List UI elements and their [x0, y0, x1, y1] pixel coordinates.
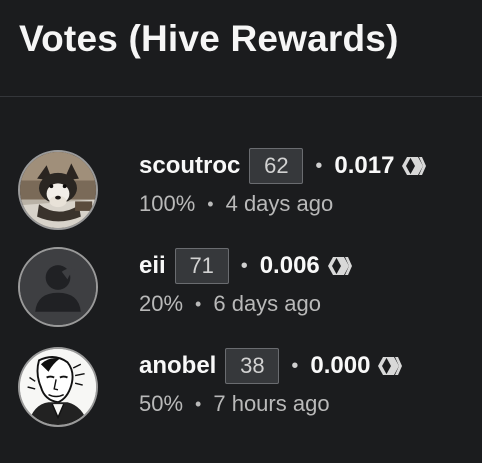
avatar[interactable]: [18, 347, 98, 427]
page-title: Votes (Hive Rewards): [19, 18, 399, 59]
avatar[interactable]: [18, 247, 98, 327]
dog-photo-avatar-icon: [20, 152, 96, 228]
vote-time: 4 days ago: [225, 191, 334, 216]
vote-line-meta: 50% • 7 hours ago: [139, 391, 330, 417]
hive-logo-icon: [327, 257, 352, 275]
username-link[interactable]: anobel: [139, 352, 216, 380]
default-user-avatar-icon: [20, 249, 96, 325]
hive-logo-icon: [402, 157, 427, 175]
separator-dot: •: [207, 193, 214, 214]
vote-time: 7 hours ago: [213, 391, 330, 416]
reputation-badge: 71: [174, 248, 229, 284]
vote-row: scoutroc 62 • 0.017 100% • 4 days ago: [0, 147, 482, 237]
sketch-portrait-avatar-icon: [20, 349, 96, 425]
vote-percent: 100%: [139, 191, 196, 216]
separator-dot: •: [315, 154, 323, 177]
avatar[interactable]: [18, 150, 98, 230]
vote-line-meta: 100% • 4 days ago: [139, 191, 333, 217]
payout-amount: 0.006: [259, 252, 320, 279]
vote-line-main: eii 71 • 0.006: [139, 247, 353, 285]
vote-line-main: scoutroc 62 • 0.017: [139, 147, 427, 185]
separator-dot: •: [240, 254, 248, 277]
vote-row: anobel 38 • 0.000 50% • 7 hours ago: [0, 347, 482, 437]
vote-percent: 20%: [139, 291, 184, 316]
vote-time: 6 days ago: [213, 291, 321, 316]
vote-line-meta: 20% • 6 days ago: [139, 291, 321, 317]
username-link[interactable]: scoutroc: [139, 152, 240, 180]
vote-line-main: anobel 38 • 0.000: [139, 347, 403, 385]
separator-dot: •: [195, 393, 202, 414]
payout-amount: 0.000: [310, 352, 371, 379]
vote-percent: 50%: [139, 391, 184, 416]
separator-dot: •: [195, 293, 202, 314]
reputation-badge: 62: [249, 148, 304, 184]
votes-header: Votes (Hive Rewards): [0, 0, 482, 97]
payout-amount: 0.017: [334, 152, 395, 179]
username-link[interactable]: eii: [139, 252, 166, 280]
reputation-badge: 38: [225, 348, 280, 384]
hive-logo-icon: [378, 357, 403, 375]
separator-dot: •: [291, 354, 299, 377]
vote-row: eii 71 • 0.006 20% • 6 days ago: [0, 247, 482, 337]
